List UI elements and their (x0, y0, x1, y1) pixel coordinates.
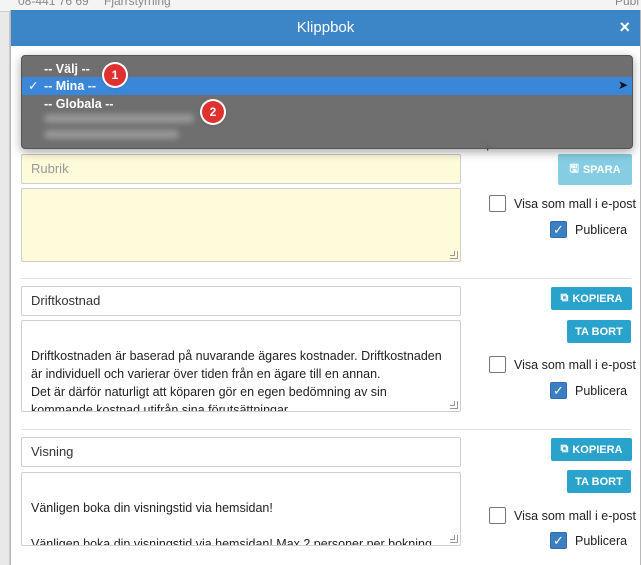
delete-button[interactable]: TA BORT (567, 320, 631, 343)
entry-body-textarea[interactable]: Vänligen boka din visningstid via hemsid… (21, 472, 461, 546)
copy-button[interactable]: ⧉ KOPIERA (551, 287, 632, 310)
entry-publish-checkbox[interactable]: ✓ (550, 382, 567, 399)
background-phone-text: 08-441 76 69 (18, 0, 89, 8)
copy-icon: ⧉ (560, 443, 569, 455)
entry-template-label: Visa som mall i e-post (514, 508, 637, 523)
resize-grip-icon[interactable] (450, 535, 458, 543)
new-template-checkbox-row[interactable]: Visa som mall i e-post (489, 195, 636, 212)
new-body-textarea[interactable] (21, 188, 461, 262)
background-left-strip (0, 12, 10, 565)
row-divider (21, 429, 631, 430)
checkmark-icon: ✓ (28, 79, 39, 93)
entry-title-input[interactable]: Driftkostnad (21, 286, 461, 316)
background-nav-text: Fjärrstyrning (104, 0, 171, 8)
save-icon: 🖫 (569, 163, 579, 175)
clipboard-modal: Klippbok × ▲ Rubrik 🖫 SPARA Visa som mal… (10, 10, 641, 565)
dropdown-option-globala[interactable]: -- Globala -- (22, 95, 632, 113)
entry-publish-label: Publicera (575, 383, 628, 398)
resize-grip-icon[interactable] (450, 401, 458, 409)
entry-publish-checkbox-row[interactable]: ✓ Publicera (550, 532, 627, 549)
new-publish-checkbox[interactable]: ✓ (550, 221, 567, 238)
background-right-text: Publ (615, 0, 640, 8)
annotation-badge-2: 2 (202, 101, 224, 123)
entry-title-input[interactable]: Visning (21, 437, 461, 467)
copy-icon: ⧉ (560, 292, 569, 304)
modal-header: Klippbok × (11, 10, 640, 46)
new-template-checkbox[interactable] (489, 195, 506, 212)
new-title-input[interactable]: Rubrik (21, 154, 461, 184)
dropdown-option-blurred[interactable] (44, 114, 194, 123)
entry-body-textarea[interactable]: Driftkostnaden är baserad på nuvarande ä… (21, 320, 461, 412)
save-button[interactable]: 🖫 SPARA (558, 154, 632, 185)
new-template-label: Visa som mall i e-post (514, 196, 637, 211)
entry-template-checkbox-row[interactable]: Visa som mall i e-post (489, 356, 636, 373)
entry-publish-checkbox-row[interactable]: ✓ Publicera (550, 382, 627, 399)
dropdown-option-blurred[interactable] (44, 130, 179, 139)
entry-template-label: Visa som mall i e-post (514, 357, 637, 372)
annotation-badge-1: 1 (104, 64, 126, 86)
entry-template-checkbox[interactable] (489, 507, 506, 524)
close-button[interactable]: × (619, 18, 630, 36)
copy-button[interactable]: ⧉ KOPIERA (551, 438, 632, 461)
resize-grip-icon[interactable] (450, 251, 458, 259)
delete-button[interactable]: TA BORT (567, 470, 631, 493)
entry-template-checkbox[interactable] (489, 356, 506, 373)
new-title-placeholder: Rubrik (31, 161, 69, 176)
modal-title: Klippbok (296, 19, 355, 36)
mouse-cursor-icon: ➤ (617, 78, 628, 92)
entry-publish-checkbox[interactable]: ✓ (550, 532, 567, 549)
new-publish-label: Publicera (575, 222, 628, 237)
entry-template-checkbox-row[interactable]: Visa som mall i e-post (489, 507, 636, 524)
row-divider (21, 278, 631, 279)
new-publish-checkbox-row[interactable]: ✓ Publicera (550, 221, 627, 238)
entry-publish-label: Publicera (575, 533, 628, 548)
